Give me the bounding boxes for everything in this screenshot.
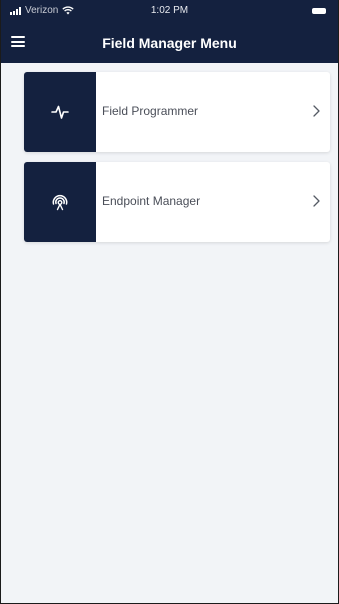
- page-title: Field Manager Menu: [102, 35, 237, 51]
- chevron-right-icon: [313, 105, 320, 117]
- battery-icon: [312, 8, 326, 14]
- pulse-icon: [51, 105, 69, 119]
- menu-item-label: Field Programmer: [102, 104, 199, 118]
- navigation-bar: Field Manager Menu: [1, 24, 338, 63]
- menu-item-tile: [24, 72, 96, 152]
- menu-item-label: Endpoint Manager: [102, 194, 201, 208]
- menu-item-field-programmer[interactable]: Field Programmer: [24, 72, 330, 152]
- broadcast-icon: [52, 194, 68, 211]
- app-header: Verizon 1:02 PM Field Manager Menu: [1, 0, 338, 63]
- phone-screen: Verizon 1:02 PM Field Manager Menu Field…: [0, 0, 339, 604]
- status-bar: Verizon 1:02 PM: [1, 0, 338, 24]
- menu-list: Field Programmer Endpoint Manager: [24, 72, 330, 252]
- status-time: 1:02 PM: [150, 5, 189, 16]
- chevron-right-icon: [313, 195, 320, 207]
- menu-item-endpoint-manager[interactable]: Endpoint Manager: [24, 162, 330, 242]
- menu-item-tile: [24, 162, 96, 242]
